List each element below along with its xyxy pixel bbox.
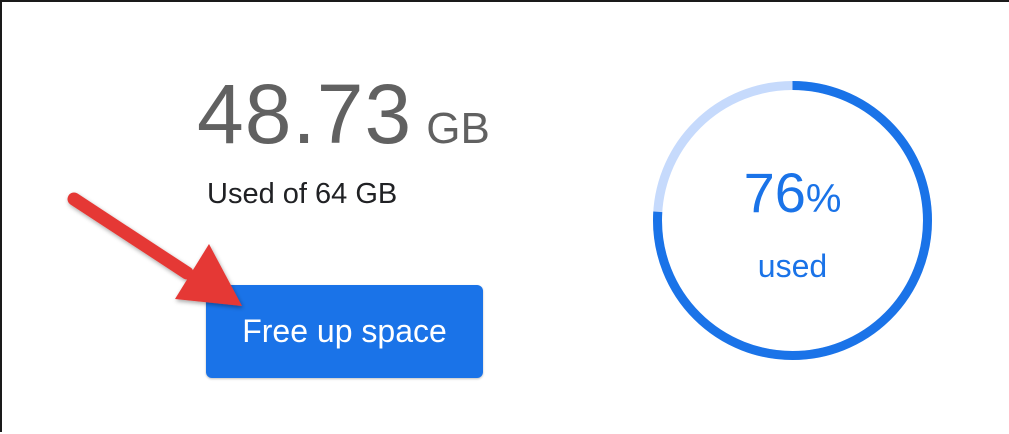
usage-percent-sign: %: [805, 177, 842, 221]
storage-used-value: 48.73: [197, 67, 413, 161]
storage-card: 48.73 GB Used of 64 GB Free up space 76% …: [0, 0, 1009, 432]
usage-percent: 76%: [650, 165, 935, 221]
usage-percent-value: 76: [743, 161, 806, 224]
storage-used-unit: GB: [426, 104, 490, 153]
usage-label: used: [757, 248, 828, 284]
storage-used-amount: 48.73 GB: [197, 72, 490, 156]
storage-used-subtitle: Used of 64 GB: [207, 178, 398, 210]
free-up-space-button[interactable]: Free up space: [206, 285, 483, 378]
